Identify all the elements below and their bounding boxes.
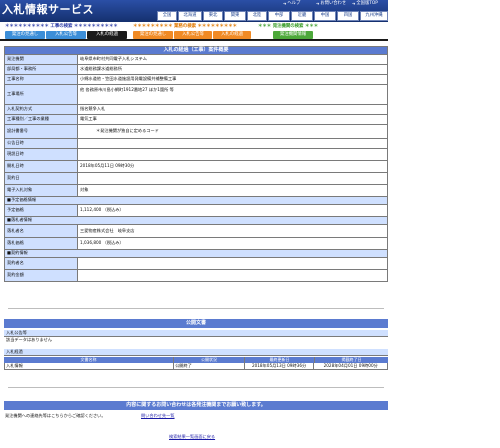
contact-text: 発注機関への連絡先等はこちらからご確認ください。 (5, 413, 106, 418)
row-briefing-date: 現説日時 (4, 149, 388, 161)
arrow-icon: ➔ (316, 1, 320, 7)
help-link[interactable]: ➔ ヘルプ (283, 1, 300, 8)
tab-services-outlook[interactable]: 発注の見通し (133, 31, 173, 39)
region-tab-tohoku[interactable]: 東北 (203, 11, 223, 21)
section-winner: ■落札者情報 (4, 217, 388, 225)
separator (8, 308, 384, 309)
row-office: 部局都・事務所 水道総務課水道総務所 (4, 65, 388, 75)
documents-title: 公開文書 (4, 319, 388, 328)
doc-updated: 2018年05月13日 09時36分 (245, 363, 315, 369)
category-construction: ＊＊＊＊＊＊＊＊＊＊ 工事の検索 ＊＊＊＊＊＊＊＊＊＊ (5, 24, 118, 29)
row-contract-method: 入札契約方式 指名競争入札 (4, 105, 388, 115)
contact-link[interactable]: ➔ お問い合わせ (316, 1, 346, 8)
region-tab-shikoku[interactable]: 四国 (337, 11, 359, 21)
region-tab-chubu[interactable]: 中部 (268, 11, 290, 21)
row-notice-date: 公告日時 (4, 139, 388, 149)
region-tab-chugoku[interactable]: 中国 (314, 11, 336, 21)
separator (8, 387, 384, 388)
table-title: 入札の経過（工事）案件概要 (4, 46, 388, 55)
section-estimated-price: ■予定価格情報 (4, 197, 388, 205)
row-winning-price: 落札価格 1,036,800 （税込み） (4, 238, 388, 250)
doc-name[interactable]: 入札情報 (5, 363, 175, 369)
row-contractor: 契約者名 (4, 258, 388, 270)
doc-status: 公開終了 (174, 363, 245, 369)
row-project-site: 工事場所他 各務原市川島小網町1912番地27 ほか1箇所 等 (4, 85, 388, 105)
row-project-name: 工事名称 小綿水道他・笠田水道施設用発電設備共補整備工事 (4, 75, 388, 85)
row-contract-amount: 契約金額 (4, 270, 388, 282)
doc-end: 2028年04月01日 09時00分 (323, 362, 378, 368)
row-work-type: 工事種別／工事の業種 電気工事 (4, 115, 388, 125)
region-tab-hokuriku[interactable]: 北陸 (247, 11, 267, 21)
arrow-icon: ➔ (283, 1, 287, 7)
region-tab-national[interactable]: 全国 (157, 11, 177, 21)
notice-empty-text: 該当データはありません (6, 337, 52, 342)
site-logo[interactable]: 入札情報サービス (2, 3, 94, 17)
region-tab-kinki[interactable]: 近畿 (291, 11, 313, 21)
tab-construction-outlook[interactable]: 発注の見通し (5, 31, 45, 39)
row-winner-name: 落札者名 三愛物産株式会社 岐阜支店 (4, 225, 388, 238)
arrow-icon: ➔ (352, 1, 356, 7)
tab-agency-info[interactable]: 発注機関情報 (273, 31, 313, 39)
region-tab-kyushu[interactable]: 九州沖縄 (360, 11, 388, 21)
category-agency: ＊＊＊ 発注機関の検索 ＊＊＊ (258, 24, 319, 29)
national-top-link[interactable]: ➔ 全国版TOP (352, 1, 378, 8)
tab-services-notices[interactable]: 入札公告等 (174, 31, 212, 39)
row-estimated-price: 予定価格 1,112,400 （税込み） (4, 205, 388, 217)
project-summary-table: 入札の経過（工事）案件概要 発注機関 岐阜県市町村共同電子入札システム 部局都・事… (4, 46, 388, 282)
tab-construction-notices[interactable]: 入札公告等 (46, 31, 86, 39)
nav-divider (0, 39, 388, 41)
section-contract: ■契約情報 (4, 250, 388, 258)
inquiry-banner: 内容に関するお問い合わせは各発注機関までお願い致します。 (4, 401, 388, 410)
row-electronic-bid: 電子入札対象 対象 (4, 185, 388, 197)
notice-section-label: 入札公告等 (4, 330, 388, 337)
region-tab-hokkaido[interactable]: 北海道 (178, 11, 202, 21)
contact-list-link[interactable]: 問い合わせ先一覧 (141, 413, 175, 419)
category-services: ＊＊＊＊＊＊＊＊＊ 業務の検索 ＊＊＊＊＊＊＊＊＊ (133, 24, 238, 29)
region-tab-kanto[interactable]: 関東 (224, 11, 246, 21)
tab-services-results[interactable]: 入札の経過 (213, 31, 251, 39)
row-design-number: 設計書番号 ＊発注機関が独自に定めるコード (4, 125, 388, 139)
row-agency: 発注機関 岐阜県市町村共同電子入札システム (4, 55, 388, 65)
back-to-results-link[interactable]: 検索結果一覧画面に戻る (169, 434, 215, 440)
result-section-label: 入札経過 (4, 349, 388, 356)
tab-construction-results[interactable]: 入札の経過 (87, 31, 127, 39)
table-row[interactable]: 入札情報 公開終了 2018年05月13日 09時36分 2028年04月01日… (4, 363, 388, 370)
row-opening-date: 開札日時 2018年05月11日 09時30分 (4, 161, 388, 173)
row-contract-date: 契約日 (4, 173, 388, 185)
